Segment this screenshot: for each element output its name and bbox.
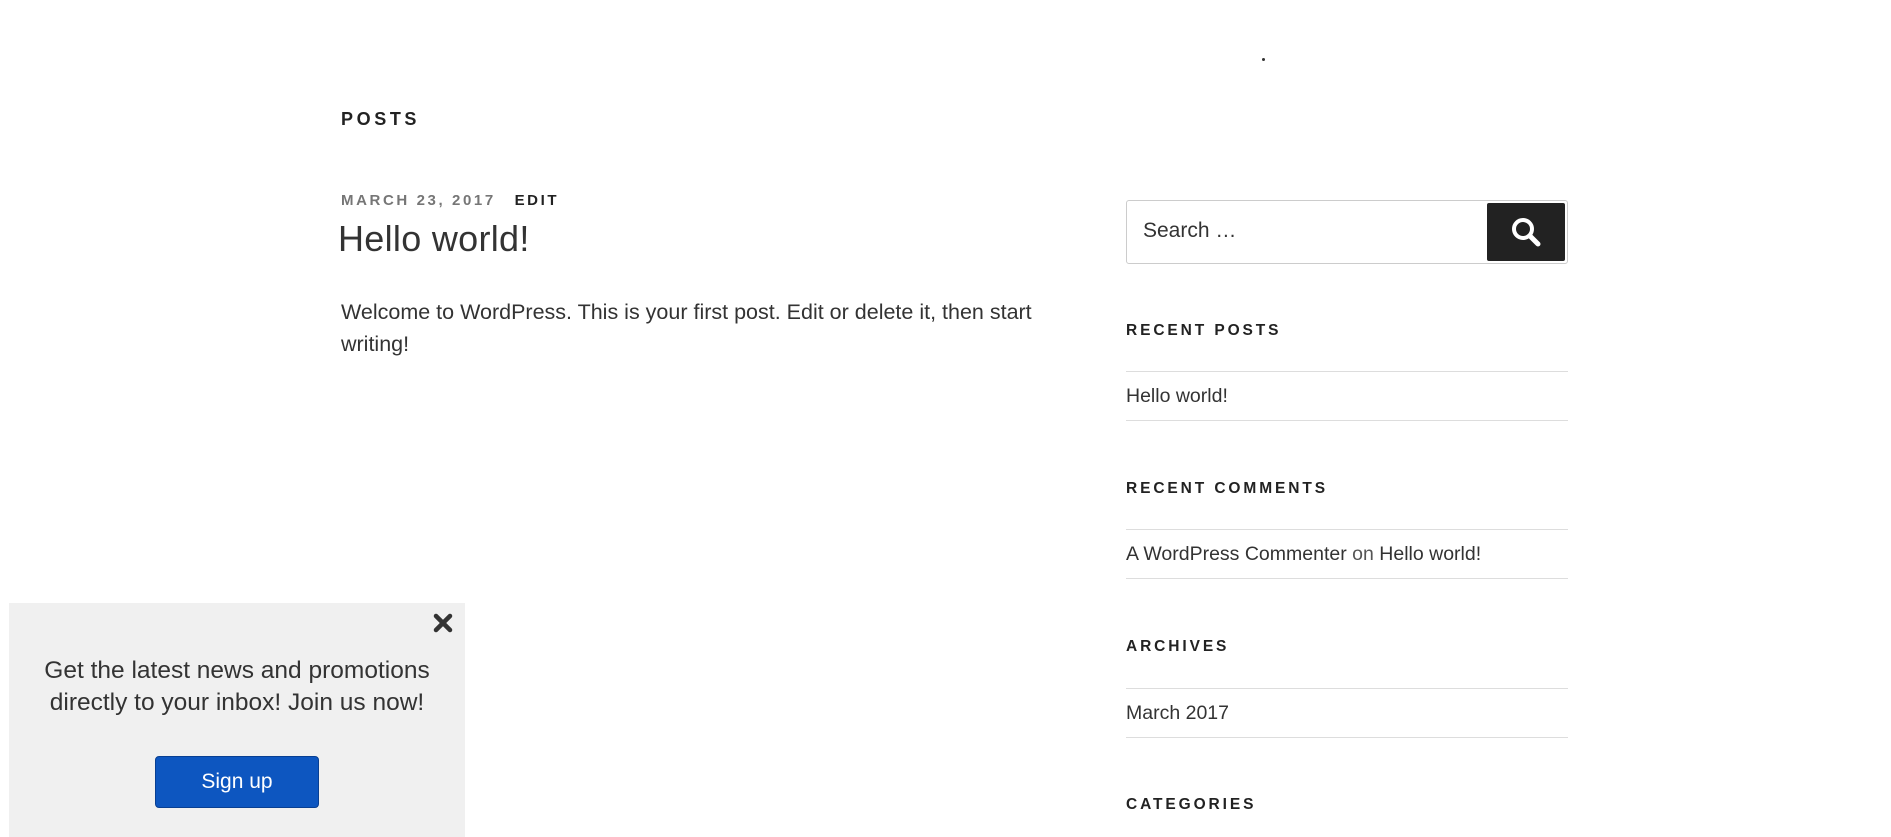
- search-icon: [1512, 218, 1541, 247]
- edit-post-link[interactable]: EDIT: [515, 192, 560, 209]
- comment-connector: on: [1352, 543, 1374, 565]
- post-date-link[interactable]: MARCH 23, 2017: [341, 192, 496, 209]
- archives-list: March 2017: [1126, 688, 1568, 738]
- decorative-dot: [1262, 58, 1265, 61]
- categories-title: CATEGORIES: [1126, 796, 1257, 813]
- page-title: POSTS: [341, 109, 421, 129]
- recent-comments-list: A WordPress Commenter on Hello world!: [1126, 529, 1568, 579]
- close-icon: [433, 613, 453, 633]
- page: POSTS MARCH 23, 2017 EDIT Hello world! W…: [0, 0, 1891, 837]
- search-button[interactable]: [1487, 203, 1565, 261]
- list-item[interactable]: March 2017: [1126, 702, 1229, 724]
- entry-meta: MARCH 23, 2017 EDIT: [341, 192, 559, 209]
- search-form: Search …: [1126, 200, 1568, 264]
- newsletter-popup: Get the latest news and promotions direc…: [9, 603, 465, 837]
- signup-button[interactable]: Sign up: [155, 756, 319, 808]
- recent-posts-list: Hello world!: [1126, 371, 1568, 421]
- close-button[interactable]: [431, 611, 455, 635]
- post-content: Welcome to WordPress. This is your first…: [341, 300, 1032, 356]
- comment-post-link[interactable]: Hello world!: [1379, 543, 1481, 565]
- archives-title: ARCHIVES: [1126, 638, 1230, 655]
- comment-author-link[interactable]: A WordPress Commenter: [1126, 543, 1347, 565]
- recent-posts-title: RECENT POSTS: [1126, 322, 1282, 339]
- post-title[interactable]: Hello world!: [338, 218, 530, 260]
- popup-message: Get the latest news and promotions direc…: [44, 657, 430, 716]
- list-item[interactable]: Hello world!: [1126, 385, 1228, 407]
- recent-comments-title: RECENT COMMENTS: [1126, 480, 1328, 497]
- search-input[interactable]: Search …: [1143, 219, 1236, 243]
